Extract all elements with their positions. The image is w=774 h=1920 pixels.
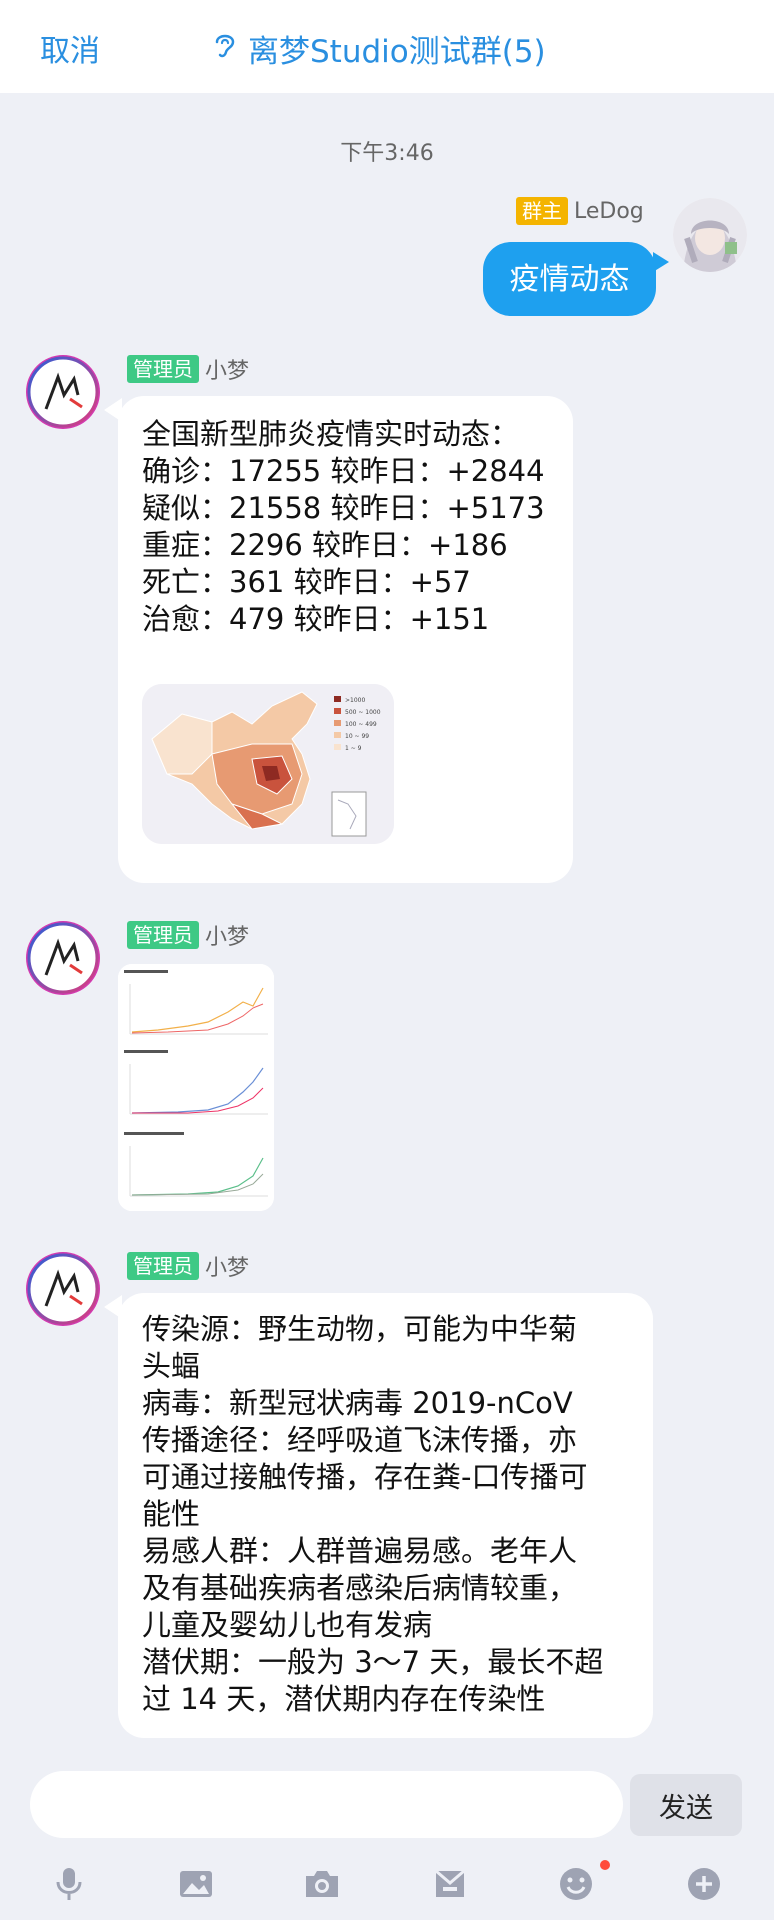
- microphone-icon[interactable]: [47, 1862, 91, 1906]
- emoji-icon[interactable]: [554, 1862, 598, 1906]
- sender-info: 管理员 小梦: [127, 1250, 249, 1282]
- admin-badge: 管理员: [127, 1252, 199, 1280]
- map-legend-label: >1000: [345, 697, 365, 704]
- bot-logo-icon: [27, 922, 99, 994]
- sender-info: 管理员 小梦: [127, 353, 249, 385]
- avatar[interactable]: [673, 198, 747, 272]
- avatar[interactable]: [26, 921, 100, 995]
- sender-nickname: 小梦: [205, 359, 250, 384]
- message-bubble[interactable]: 全国新型肺炎疫情实时动态： 确诊：17255 较昨日：+2844 疑似：2155…: [118, 396, 573, 883]
- ear-icon[interactable]: [212, 30, 248, 68]
- trend-charts-thumbnail: [118, 964, 274, 1211]
- bottom-toolbar: [0, 1850, 774, 1920]
- admin-badge: 管理员: [127, 355, 199, 383]
- send-button[interactable]: 发送: [630, 1774, 742, 1836]
- avatar[interactable]: [26, 355, 100, 429]
- epidemic-info-text: 传染源：野生动物，可能为中华菊 头蝠 病毒：新型冠状病毒 2019-nCoV 传…: [142, 1312, 604, 1716]
- chat-title: 离梦Studio测试群(5): [212, 26, 546, 71]
- sender-nickname: 小梦: [205, 1256, 250, 1281]
- message-bubble[interactable]: 传染源：野生动物，可能为中华菊 头蝠 病毒：新型冠状病毒 2019-nCoV 传…: [118, 1293, 653, 1738]
- epidemic-stats-text: 全国新型肺炎疫情实时动态： 确诊：17255 较昨日：+2844 疑似：2155…: [142, 417, 545, 636]
- map-legend-label: 100 ~ 499: [345, 721, 377, 728]
- group-title: 离梦Studio测试群(5): [248, 34, 546, 70]
- avatar-image: [673, 198, 747, 272]
- map-legend-label: 1 ~ 9: [345, 745, 362, 752]
- message-bubble-self[interactable]: 疫情动态: [483, 242, 656, 316]
- map-legend-label: 500 ~ 1000: [345, 709, 381, 716]
- sender-nickname: 小梦: [205, 925, 250, 950]
- map-legend-label: 10 ~ 99: [345, 733, 369, 740]
- chat-header: 取消 离梦Studio测试群(5): [0, 0, 774, 93]
- message-input[interactable]: [30, 1771, 623, 1838]
- sender-info: 群主 LeDog: [516, 197, 644, 225]
- plus-icon[interactable]: [682, 1862, 726, 1906]
- admin-badge: 管理员: [127, 921, 199, 949]
- owner-badge: 群主: [516, 197, 568, 225]
- bubble-tail: [653, 252, 669, 272]
- epidemic-map-image[interactable]: >1000 500 ~ 1000 100 ~ 499 10 ~ 99 1 ~ 9: [142, 684, 394, 844]
- china-map: >1000 500 ~ 1000 100 ~ 499 10 ~ 99 1 ~ 9: [142, 684, 394, 844]
- bot-logo-icon: [27, 356, 99, 428]
- cancel-button[interactable]: 取消: [40, 26, 100, 70]
- mailbox-icon[interactable]: [428, 1862, 472, 1906]
- message-timestamp: 下午3:46: [340, 141, 434, 166]
- image-icon[interactable]: [174, 1862, 218, 1906]
- notification-dot: [600, 1860, 610, 1870]
- bot-logo-icon: [27, 1253, 99, 1325]
- camera-icon[interactable]: [300, 1862, 344, 1906]
- sender-nickname: LeDog: [574, 198, 644, 224]
- message-text: 疫情动态: [509, 261, 630, 297]
- sender-info: 管理员 小梦: [127, 919, 249, 951]
- trend-charts-image[interactable]: [118, 964, 274, 1211]
- avatar[interactable]: [26, 1252, 100, 1326]
